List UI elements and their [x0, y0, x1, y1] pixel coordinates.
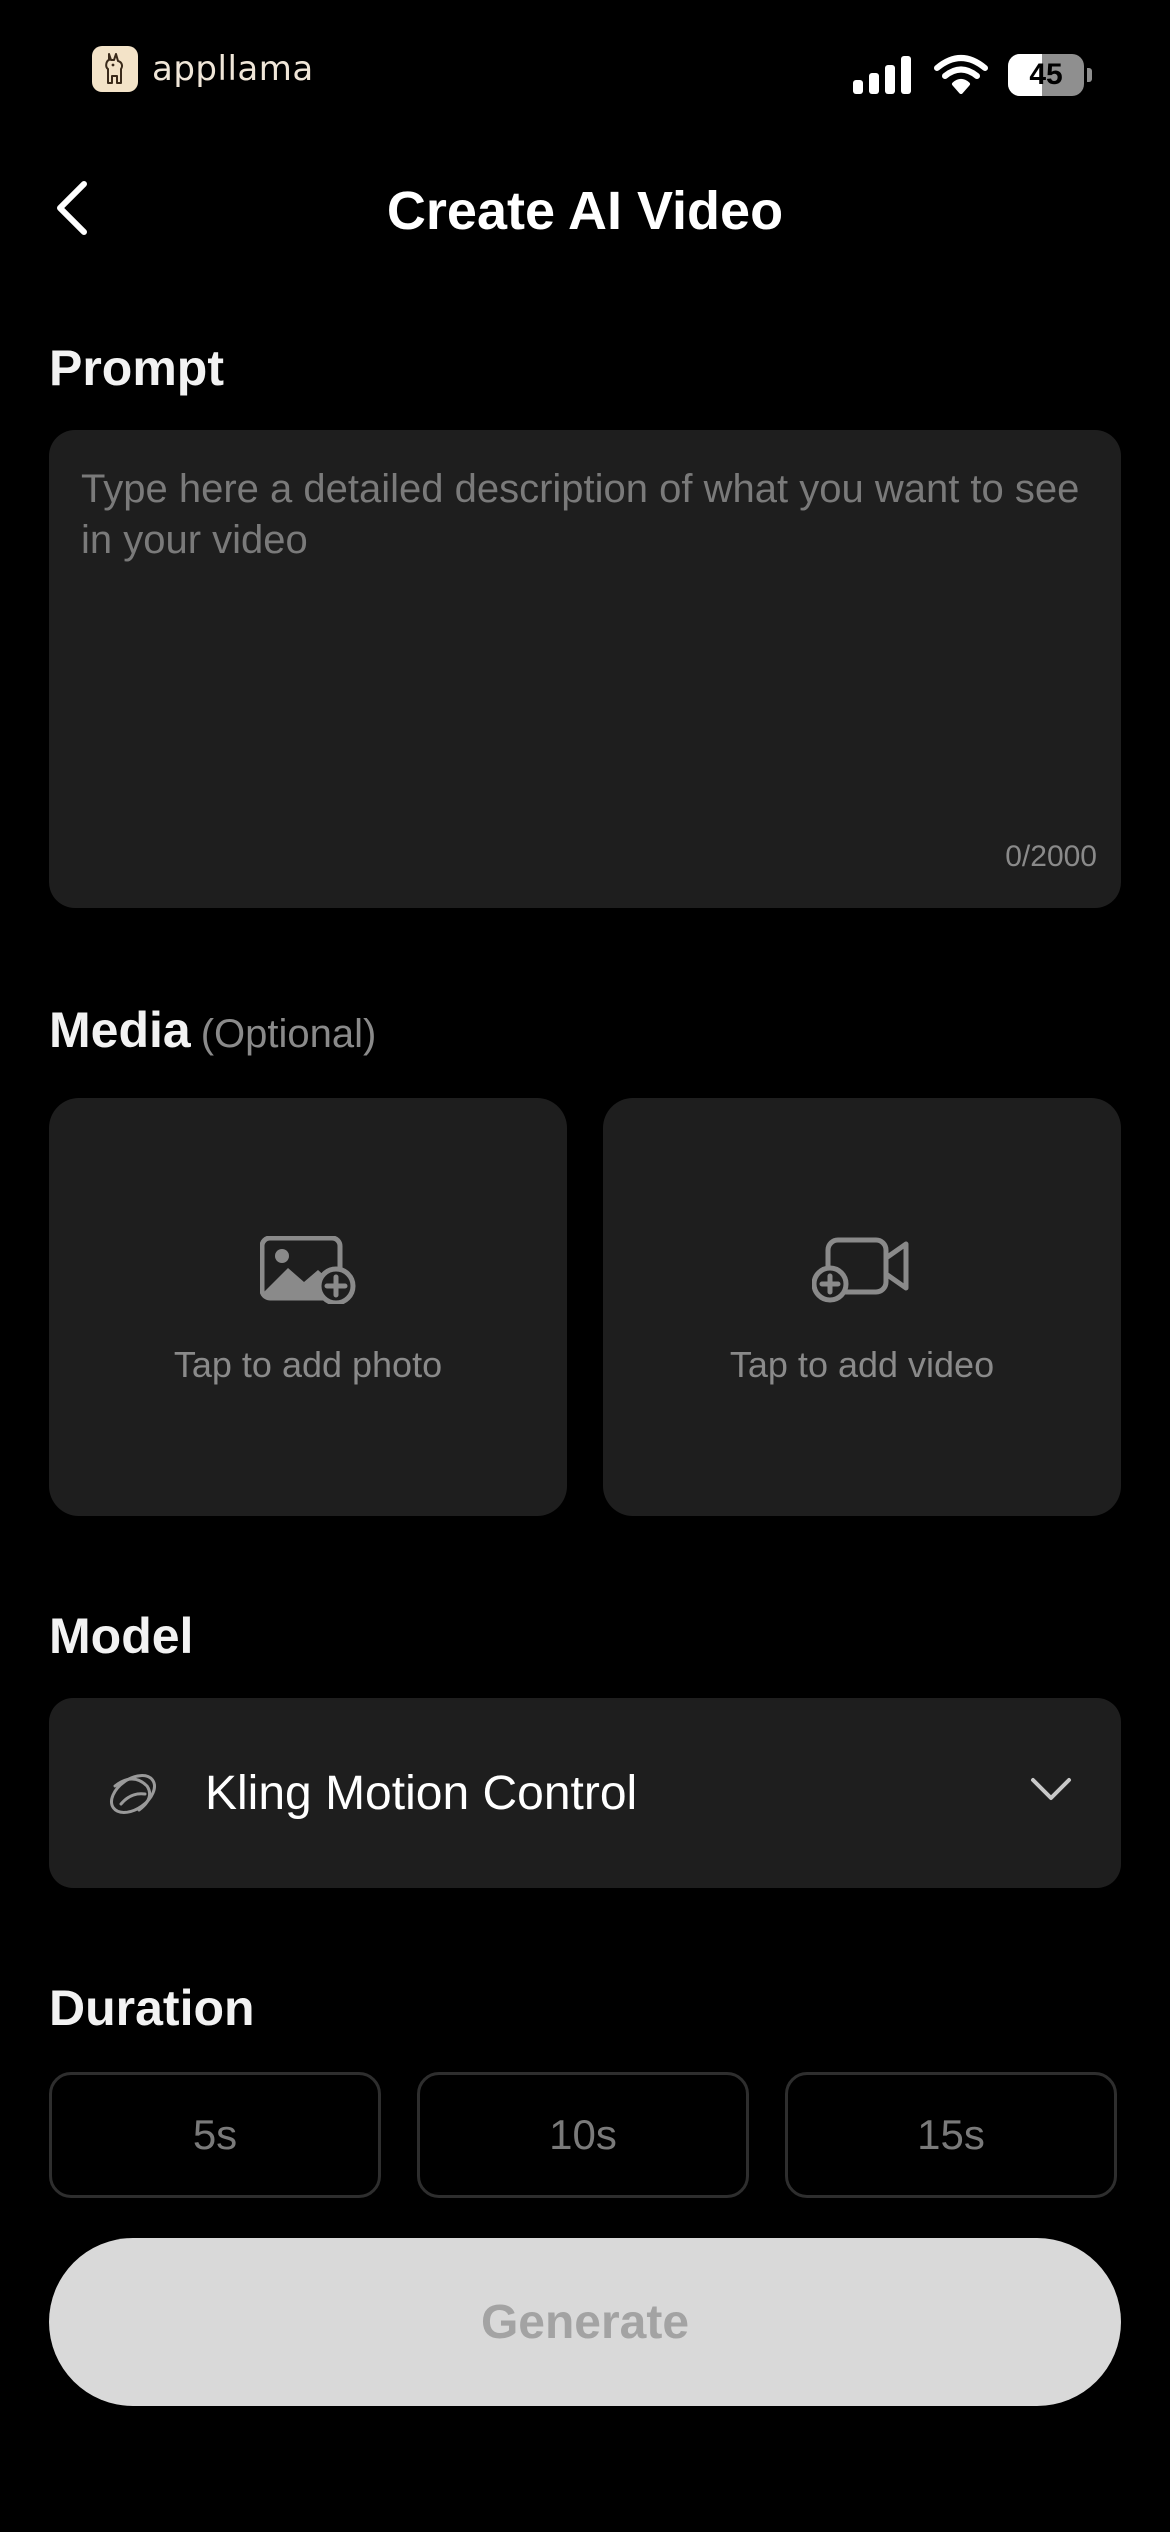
- cellular-signal-icon: [853, 56, 913, 99]
- brand-name: appllama: [152, 49, 314, 89]
- wifi-icon: [934, 54, 988, 99]
- add-photo-icon: [260, 1236, 356, 1304]
- generate-button[interactable]: Generate: [49, 2238, 1121, 2406]
- prompt-input[interactable]: [81, 464, 1091, 834]
- status-bar: appllama 45: [0, 0, 1170, 150]
- add-video-label: Tap to add video: [729, 1344, 995, 1385]
- brand: appllama: [92, 44, 314, 94]
- kling-logo-icon: [103, 1764, 163, 1829]
- media-label-text: Media: [49, 1002, 191, 1058]
- battery-level: 45: [1029, 58, 1063, 91]
- llama-logo-icon: [92, 46, 138, 92]
- add-photo-button[interactable]: Tap to add photo: [49, 1098, 567, 1516]
- optional-label: (Optional): [200, 1012, 377, 1056]
- chevron-down-icon: [1029, 1776, 1073, 1809]
- model-select[interactable]: Kling Motion Control: [49, 1698, 1121, 1888]
- prompt-box[interactable]: 0/2000: [49, 430, 1121, 908]
- media-label: Media (Optional): [49, 998, 376, 1066]
- add-video-button[interactable]: Tap to add video: [603, 1098, 1121, 1516]
- add-photo-label: Tap to add photo: [173, 1344, 443, 1385]
- duration-option-5s[interactable]: 5s: [49, 2072, 381, 2198]
- battery-indicator: 45: [1008, 54, 1092, 96]
- duration-option-15s[interactable]: 15s: [785, 2072, 1117, 2198]
- add-video-icon: [812, 1237, 909, 1303]
- page-title: Create AI Video: [386, 181, 784, 241]
- duration-label: Duration: [49, 1980, 255, 2036]
- prompt-label: Prompt: [49, 340, 224, 396]
- model-name: Kling Motion Control: [205, 1767, 638, 1820]
- model-label: Model: [49, 1608, 194, 1664]
- character-counter: 0/2000: [1005, 840, 1097, 873]
- duration-option-10s[interactable]: 10s: [417, 2072, 749, 2198]
